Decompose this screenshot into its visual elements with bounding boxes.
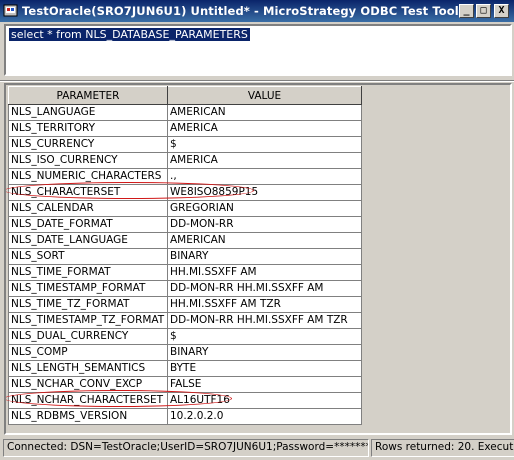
table-row[interactable]: NLS_CALENDAR GREGORIAN [8,200,362,217]
table-row[interactable]: NLS_CHARACTERSET WE8ISO8859P15 [8,184,362,201]
status-bar: Connected: DSN=TestOracle;UserID=SRO7JUN… [0,436,514,460]
cell-value[interactable]: BINARY [167,248,362,265]
table-row[interactable]: NLS_DATE_FORMAT DD-MON-RR [8,216,362,233]
cell-parameter[interactable]: NLS_NUMERIC_CHARACTERS [8,168,168,185]
cell-parameter[interactable]: NLS_NCHAR_CONV_EXCP [8,376,168,393]
table-row[interactable]: NLS_COMP BINARY [8,344,362,361]
cell-value[interactable]: WE8ISO8859P15 [167,184,362,201]
cell-parameter[interactable]: NLS_LANGUAGE [8,104,168,121]
cell-parameter[interactable]: NLS_TIMESTAMP_TZ_FORMAT [8,312,168,329]
table-row[interactable]: NLS_RDBMS_VERSION 10.2.0.2.0 [8,408,362,425]
cell-value[interactable]: FALSE [167,376,362,393]
cell-parameter[interactable]: NLS_NCHAR_CHARACTERSET [8,392,168,409]
table-row[interactable]: NLS_CURRENCY $ [8,136,362,153]
cell-value[interactable]: HH.MI.SSXFF AM TZR [167,296,362,313]
close-button[interactable]: X [494,4,509,18]
cell-parameter[interactable]: NLS_DATE_LANGUAGE [8,232,168,249]
cell-parameter[interactable]: NLS_TERRITORY [8,120,168,137]
table-row[interactable]: NLS_DUAL_CURRENCY $ [8,328,362,345]
window-title: TestOracle(SRO7JUN6U1) Untitled* - Micro… [22,4,459,18]
table-row[interactable]: NLS_TIME_TZ_FORMAT HH.MI.SSXFF AM TZR [8,296,362,313]
cell-parameter[interactable]: NLS_TIME_TZ_FORMAT [8,296,168,313]
table-row[interactable]: NLS_SORT BINARY [8,248,362,265]
cell-value[interactable]: HH.MI.SSXFF AM [167,264,362,281]
table-row[interactable]: NLS_NCHAR_CONV_EXCP FALSE [8,376,362,393]
cell-value[interactable]: DD-MON-RR [167,216,362,233]
cell-value[interactable]: BINARY [167,344,362,361]
sql-query-text[interactable]: select * from NLS_DATABASE_PARAMETERS [9,28,250,41]
cell-parameter[interactable]: NLS_CURRENCY [8,136,168,153]
table-row[interactable]: NLS_LENGTH_SEMANTICS BYTE [8,360,362,377]
app-icon [3,3,19,19]
cell-parameter[interactable]: NLS_RDBMS_VERSION [8,408,168,425]
cell-parameter[interactable]: NLS_COMP [8,344,168,361]
table-row[interactable]: NLS_TIMESTAMP_FORMAT DD-MON-RR HH.MI.SSXF… [8,280,362,297]
cell-value[interactable]: $ [167,328,362,345]
table-row[interactable]: NLS_ISO_CURRENCY AMERICA [8,152,362,169]
grid-header-row: PARAMETER VALUE [8,86,362,105]
table-row[interactable]: NLS_NCHAR_CHARACTERSET AL16UTF16 [8,392,362,409]
cell-parameter[interactable]: NLS_ISO_CURRENCY [8,152,168,169]
connection-status: Connected: DSN=TestOracle;UserID=SRO7JUN… [3,439,369,457]
title-bar[interactable]: TestOracle(SRO7JUN6U1) Untitled* - Micro… [0,0,514,22]
column-header-value[interactable]: VALUE [167,86,362,105]
cell-parameter[interactable]: NLS_CHARACTERSET [8,184,168,201]
splitter[interactable] [0,80,514,82]
cell-value[interactable]: AMERICA [167,120,362,137]
result-status: Rows returned: 20. Execution [371,439,514,457]
column-header-parameter[interactable]: PARAMETER [8,86,168,105]
table-row[interactable]: NLS_TIME_FORMAT HH.MI.SSXFF AM [8,264,362,281]
table-row[interactable]: NLS_NUMERIC_CHARACTERS., [8,168,362,185]
cell-value[interactable]: ., [167,168,362,185]
cell-parameter[interactable]: NLS_TIMESTAMP_FORMAT [8,280,168,297]
cell-parameter[interactable]: NLS_DATE_FORMAT [8,216,168,233]
cell-value[interactable]: AMERICA [167,152,362,169]
sql-editor[interactable]: select * from NLS_DATABASE_PARAMETERS [4,24,512,76]
cell-value[interactable]: DD-MON-RR HH.MI.SSXFF AM TZR [167,312,362,329]
cell-parameter[interactable]: NLS_SORT [8,248,168,265]
cell-parameter[interactable]: NLS_DUAL_CURRENCY [8,328,168,345]
cell-value[interactable]: AL16UTF16 [167,392,362,409]
maximize-button[interactable]: □ [476,4,491,18]
cell-value[interactable]: $ [167,136,362,153]
table-row[interactable]: NLS_TIMESTAMP_TZ_FORMAT DD-MON-RR HH.MI.S… [8,312,362,329]
cell-parameter[interactable]: NLS_CALENDAR [8,200,168,217]
cell-parameter[interactable]: NLS_LENGTH_SEMANTICS [8,360,168,377]
cell-value[interactable]: DD-MON-RR HH.MI.SSXFF AM [167,280,362,297]
minimize-button[interactable]: _ [459,4,474,18]
cell-value[interactable]: AMERICAN [167,232,362,249]
table-row[interactable]: NLS_DATE_LANGUAGE AMERICAN [8,232,362,249]
table-row[interactable]: NLS_TERRITORY AMERICA [8,120,362,137]
cell-parameter[interactable]: NLS_TIME_FORMAT [8,264,168,281]
cell-value[interactable]: GREGORIAN [167,200,362,217]
cell-value[interactable]: 10.2.0.2.0 [167,408,362,425]
results-grid: PARAMETER VALUE NLS_LANGUAGE AMERICAN NLS_… [8,86,362,425]
table-row[interactable]: NLS_LANGUAGE AMERICAN [8,104,362,121]
cell-value[interactable]: BYTE [167,360,362,377]
results-grid-panel[interactable]: PARAMETER VALUE NLS_LANGUAGE AMERICAN NLS_… [4,83,512,435]
cell-value[interactable]: AMERICAN [167,104,362,121]
